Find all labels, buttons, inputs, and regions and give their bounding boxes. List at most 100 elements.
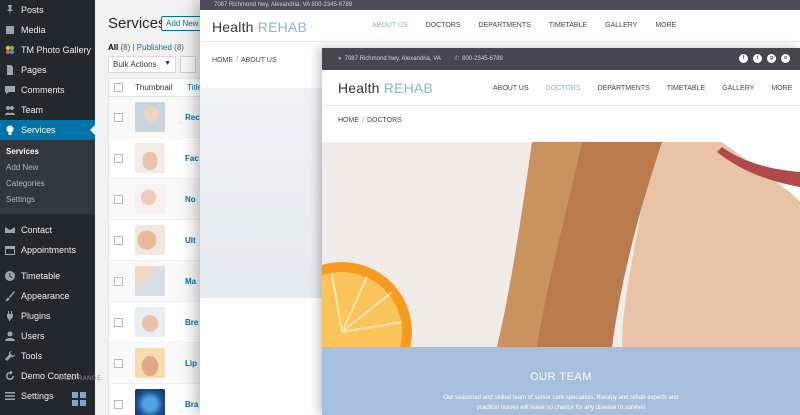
logo-accent-text: REHAB xyxy=(257,19,307,35)
facebook-icon[interactable]: f xyxy=(739,54,748,63)
sidebar-item-contact[interactable]: Contact xyxy=(0,220,95,240)
row-checkbox[interactable] xyxy=(114,276,123,286)
settings-icon xyxy=(4,391,15,402)
mail-icon xyxy=(4,225,15,236)
row-checkbox[interactable] xyxy=(114,358,123,368)
service-title-link[interactable]: Ult xyxy=(185,236,196,245)
filter-published[interactable]: Published xyxy=(137,43,172,52)
nav-item-more[interactable]: MORE xyxy=(771,85,792,92)
submenu-item-services[interactable]: Services xyxy=(0,144,95,160)
site-logo[interactable]: Health REHAB xyxy=(338,80,433,96)
sidebar-item-plugins[interactable]: Plugins xyxy=(0,306,95,326)
grid-icon xyxy=(72,392,86,406)
row-checkbox[interactable] xyxy=(114,112,123,122)
service-title-link[interactable]: Fac xyxy=(185,154,199,163)
site-logo[interactable]: Health REHAB xyxy=(212,19,307,35)
section-text-line-2: practical nurses will leave no chance fo… xyxy=(476,405,646,411)
nav-item-doctors[interactable]: DOCTORS xyxy=(426,22,461,29)
clock-icon xyxy=(4,271,15,282)
team-icon xyxy=(4,105,15,116)
nav-item-departments[interactable]: DEPARTMENTS xyxy=(598,85,650,92)
sidebar-item-team[interactable]: Team xyxy=(0,100,95,120)
apply-button[interactable] xyxy=(180,56,196,73)
phone-icon: ✆ xyxy=(454,56,460,62)
nav-item-timetable[interactable]: TIMETABLE xyxy=(667,85,705,92)
sidebar-item-timetable[interactable]: Timetable xyxy=(0,266,95,286)
preview-window-doctors: ● 7087 Richmond hwy, Alexandria, VA ✆ 800-… xyxy=(322,48,800,415)
breadcrumb-current: ABOUT US xyxy=(240,57,277,64)
site-header: Health REHAB ABOUT US DOCTORS DEPARTMENT… xyxy=(322,70,800,106)
media-icon xyxy=(4,25,15,36)
site-nav-menu: ABOUT US DOCTORS DEPARTMENTS TIMETABLE G… xyxy=(372,22,676,29)
sidebar-item-label: Contact xyxy=(21,225,53,235)
sidebar-item-tools[interactable]: Tools xyxy=(0,346,95,366)
status-filters: All (8) | Published (8) xyxy=(108,43,184,52)
pin-icon xyxy=(4,5,15,16)
nav-item-about-us[interactable]: ABOUT US xyxy=(372,22,408,29)
breadcrumb: HOME / DOCTORS xyxy=(338,117,402,124)
row-checkbox[interactable] xyxy=(114,317,123,327)
section-text: Our seasoned and skilled team of senior … xyxy=(322,393,800,413)
sidebar-item-label: Settings xyxy=(21,391,54,401)
service-thumbnail xyxy=(135,184,165,214)
nav-item-timetable[interactable]: TIMETABLE xyxy=(549,22,587,29)
sidebar-item-tm-photo-gallery[interactable]: TM Photo Gallery xyxy=(0,40,95,60)
bulk-actions-select[interactable]: Bulk Actions ▼ xyxy=(108,56,176,73)
twitter-icon[interactable]: t xyxy=(753,54,762,63)
nav-item-departments[interactable]: DEPARTMENTS xyxy=(479,22,531,29)
site-topbar: 7087 Richmond hwy, Alexandria, VA 800-23… xyxy=(200,0,800,10)
refresh-icon xyxy=(4,371,15,382)
nav-item-gallery[interactable]: GALLERY xyxy=(605,22,637,29)
submenu-item-settings[interactable]: Settings xyxy=(0,192,95,208)
comment-icon xyxy=(4,85,15,96)
sidebar-item-pages[interactable]: Pages xyxy=(0,60,95,80)
breadcrumb-home[interactable]: HOME xyxy=(212,57,233,64)
submenu-item-categories[interactable]: Categories xyxy=(0,176,95,192)
row-checkbox[interactable] xyxy=(114,235,123,245)
service-title-link[interactable]: Ma xyxy=(185,277,196,286)
filter-all-count: (8) xyxy=(120,43,131,52)
logo-accent-text: REHAB xyxy=(383,80,433,96)
nav-item-about-us[interactable]: ABOUT US xyxy=(493,85,529,92)
service-thumbnail xyxy=(135,307,165,337)
row-checkbox[interactable] xyxy=(114,194,123,204)
sidebar-item-users[interactable]: Users xyxy=(0,326,95,346)
service-title-link[interactable]: Bra xyxy=(185,400,198,409)
hero-image xyxy=(322,142,800,347)
sidebar-item-services[interactable]: Services xyxy=(0,120,95,140)
sidebar-item-posts[interactable]: Posts xyxy=(0,0,95,20)
sidebar-item-label: Tools xyxy=(21,351,43,361)
add-new-button[interactable]: Add New xyxy=(161,16,204,31)
sidebar-item-appointments[interactable]: Appointments xyxy=(0,240,95,260)
nav-item-doctors[interactable]: DOCTORS xyxy=(546,85,581,92)
instagram-icon[interactable]: o xyxy=(781,54,790,63)
row-checkbox[interactable] xyxy=(114,399,123,409)
service-thumbnail xyxy=(135,225,165,255)
column-thumbnail: Thumbnail xyxy=(135,83,173,92)
select-all-checkbox[interactable] xyxy=(114,83,123,92)
sidebar-item-label: Plugins xyxy=(21,311,51,321)
logo-main-text: Health xyxy=(338,80,380,96)
filter-all[interactable]: All xyxy=(108,43,118,52)
service-title-link[interactable]: Bre xyxy=(185,318,198,327)
submenu-item-add-new[interactable]: Add New xyxy=(0,160,95,176)
page-icon xyxy=(4,65,15,76)
sidebar-item-appearance[interactable]: Appearance xyxy=(0,286,95,306)
hero-photo xyxy=(322,142,800,347)
nav-item-more[interactable]: MORE xyxy=(655,22,676,29)
service-title-link[interactable]: No xyxy=(185,195,196,204)
breadcrumb-home[interactable]: HOME xyxy=(338,117,359,124)
google-plus-icon[interactable]: g xyxy=(767,54,776,63)
sidebar-item-label: Services xyxy=(21,125,56,135)
logo-main-text: Health xyxy=(212,19,254,35)
sidebar-item-comments[interactable]: Comments xyxy=(0,80,95,100)
sidebar-item-label: Appointments xyxy=(21,245,77,255)
nav-item-gallery[interactable]: GALLERY xyxy=(722,85,754,92)
bulk-actions-label: Bulk Actions xyxy=(113,60,157,69)
sidebar-item-media[interactable]: Media xyxy=(0,20,95,40)
service-title-link[interactable]: Rec xyxy=(185,113,200,122)
row-checkbox[interactable] xyxy=(114,153,123,163)
breadcrumb-current: DOCTORS xyxy=(366,117,402,124)
page-title: Services xyxy=(108,15,166,32)
service-title-link[interactable]: Lip xyxy=(185,359,197,368)
